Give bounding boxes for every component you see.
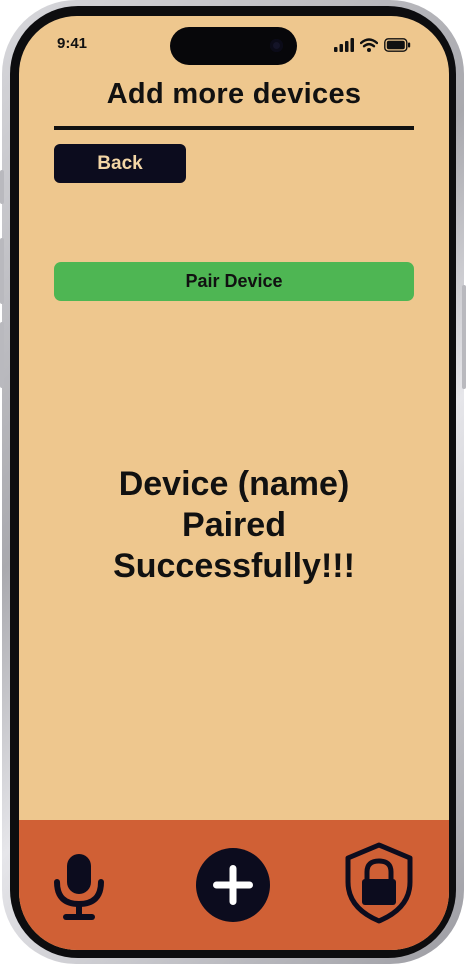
title-divider <box>54 126 414 130</box>
volume-down-button <box>0 322 4 388</box>
page-title: Add more devices <box>106 78 362 110</box>
pairing-success-message: Device (name) Paired Successfully!!! <box>49 464 419 587</box>
cellular-signal-icon <box>334 38 354 52</box>
plus-icon <box>213 865 253 905</box>
action-button <box>0 170 4 204</box>
pair-device-button[interactable]: Pair Device <box>54 262 414 301</box>
message-line-1: Device (name) <box>118 465 350 503</box>
power-button <box>462 285 466 389</box>
status-icons <box>334 38 411 52</box>
lock-shield-icon[interactable] <box>344 842 414 924</box>
message-line-3: Successfully!!! <box>113 547 355 585</box>
camera-icon <box>270 39 283 52</box>
screen: 9:41 Add more devices Back Pair Device D… <box>19 16 449 950</box>
message-line-2: Paired <box>182 506 286 544</box>
battery-icon <box>384 38 411 52</box>
dynamic-island <box>170 27 297 65</box>
back-button[interactable]: Back <box>54 144 186 183</box>
bottom-nav-bar <box>19 820 449 950</box>
microphone-icon[interactable] <box>51 850 107 922</box>
status-time: 9:41 <box>57 35 88 52</box>
add-device-nav-button[interactable] <box>196 848 270 922</box>
volume-up-button <box>0 238 4 304</box>
wifi-icon <box>360 38 378 52</box>
